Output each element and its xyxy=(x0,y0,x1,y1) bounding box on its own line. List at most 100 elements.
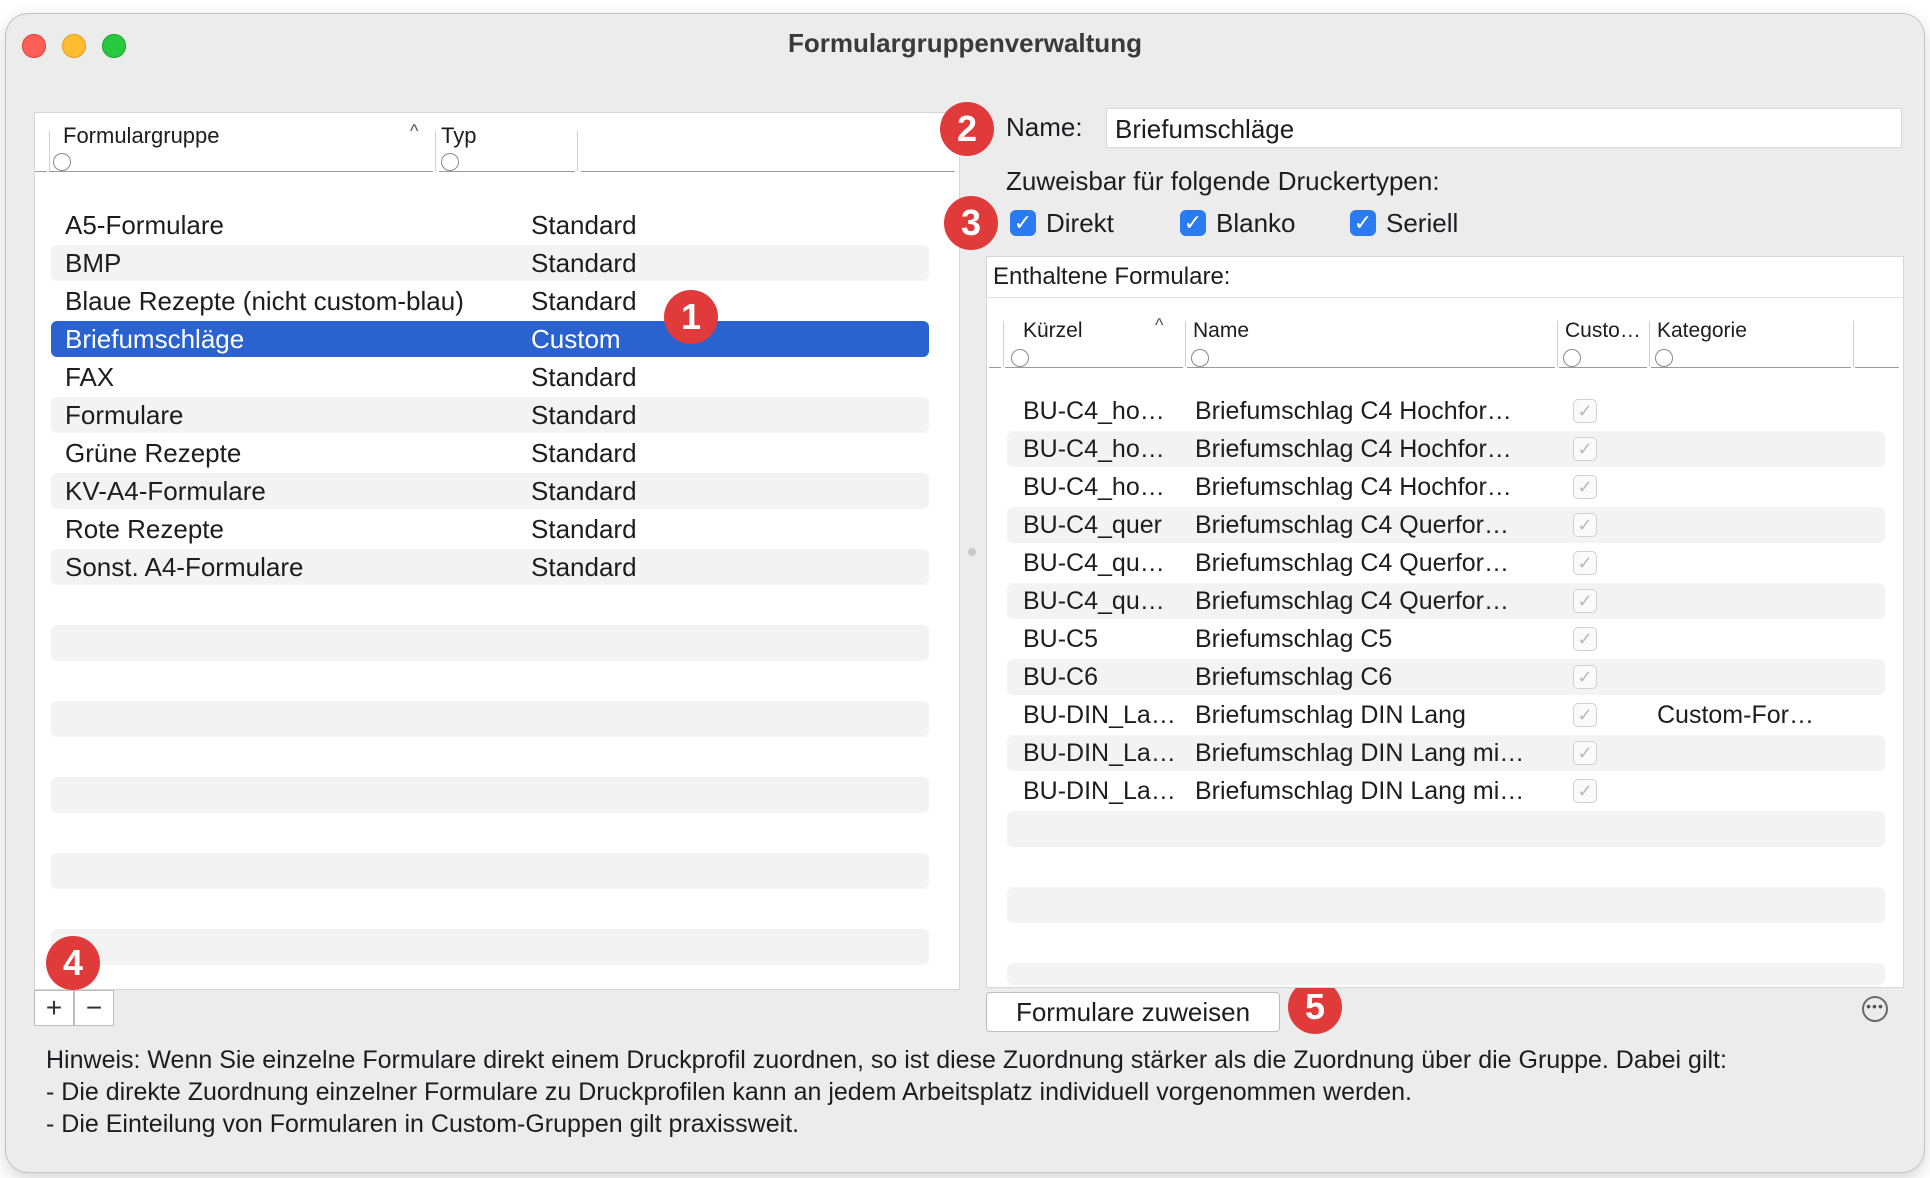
form-name: Briefumschlag C6 xyxy=(1195,663,1393,691)
table-row[interactable]: Formulare Standard xyxy=(51,397,929,433)
custom-checkbox: ✓ xyxy=(1573,437,1597,461)
custom-checkbox: ✓ xyxy=(1573,589,1597,613)
group-name: BMP xyxy=(65,248,122,278)
annotation-badge-2: 2 xyxy=(940,102,994,156)
group-name: Formulare xyxy=(65,400,184,430)
table-row[interactable]: BU-C4_ho… Briefumschlag C4 Hochfor… ✓ xyxy=(1007,431,1885,467)
header-underline xyxy=(989,367,1001,368)
table-row[interactable]: BU-DIN_La… Briefumschlag DIN Lang mi… ✓ xyxy=(1007,735,1885,771)
column-header-custom[interactable]: Custo… xyxy=(1565,319,1641,343)
group-type: Standard xyxy=(531,362,637,392)
column-header-type[interactable]: Typ xyxy=(441,123,476,149)
form-short: BU-C4_ho… xyxy=(1023,435,1165,463)
column-header-category[interactable]: Kategorie xyxy=(1657,319,1747,343)
group-type: Standard xyxy=(531,438,637,468)
table-row[interactable]: BU-C5 Briefumschlag C5 ✓ xyxy=(1007,621,1885,657)
hint-line-1: Hinweis: Wenn Sie einzelne Formulare dir… xyxy=(46,1046,1727,1074)
checkbox-blanko[interactable]: ✓ xyxy=(1180,210,1206,236)
group-name: Blaue Rezepte (nicht custom-blau) xyxy=(65,286,464,316)
filter-radio-type[interactable] xyxy=(441,153,459,171)
group-type: Standard xyxy=(531,400,637,430)
table-row[interactable]: Rote Rezepte Standard xyxy=(51,511,929,547)
form-short: BU-DIN_La… xyxy=(1023,777,1176,805)
remove-group-button[interactable]: − xyxy=(74,990,114,1026)
column-header-group[interactable]: Formulargruppe xyxy=(63,123,220,149)
table-row[interactable]: Grüne Rezepte Standard xyxy=(51,435,929,471)
group-name: Grüne Rezepte xyxy=(65,438,242,468)
empty-row xyxy=(51,929,929,965)
table-row[interactable]: BU-C6 Briefumschlag C6 ✓ xyxy=(1007,659,1885,695)
header-underline xyxy=(1855,367,1899,368)
custom-checkbox: ✓ xyxy=(1573,513,1597,537)
form-short: BU-DIN_La… xyxy=(1023,701,1176,729)
group-name: A5-Formulare xyxy=(65,210,224,240)
chevron-up-icon[interactable]: ^ xyxy=(410,121,418,142)
forms-table-title: Enthaltene Formulare: xyxy=(993,263,1231,290)
column-header-name[interactable]: Name xyxy=(1193,319,1249,343)
custom-checkbox: ✓ xyxy=(1573,703,1597,727)
table-row[interactable]: Sonst. A4-Formulare Standard xyxy=(51,549,929,585)
ellipsis-circle-icon[interactable]: ••• xyxy=(1862,996,1888,1022)
table-row-selected[interactable]: Briefumschläge Custom xyxy=(51,321,929,357)
table-row[interactable]: KV-A4-Formulare Standard xyxy=(51,473,929,509)
splitter-handle[interactable] xyxy=(968,548,976,556)
table-row[interactable]: BU-C4_ho… Briefumschlag C4 Hochfor… ✓ xyxy=(1007,393,1885,429)
add-group-button[interactable]: + xyxy=(34,990,74,1026)
assign-forms-button[interactable]: Formulare zuweisen xyxy=(986,992,1280,1032)
window-title: Formulargruppenverwaltung xyxy=(788,28,1142,58)
header-underline xyxy=(1187,367,1555,368)
custom-checkbox: ✓ xyxy=(1573,741,1597,765)
group-type: Standard xyxy=(531,514,637,544)
checkbox-direkt[interactable]: ✓ xyxy=(1010,210,1036,236)
form-name: Briefumschlag C5 xyxy=(1195,625,1393,653)
checkbox-seriell[interactable]: ✓ xyxy=(1350,210,1376,236)
filter-radio-group[interactable] xyxy=(53,153,71,171)
title-divider xyxy=(987,297,1903,298)
header-underline xyxy=(49,171,433,172)
column-divider xyxy=(435,131,436,171)
form-name: Briefumschlag DIN Lang mi… xyxy=(1195,777,1525,805)
table-row[interactable]: BU-DIN_La… Briefumschlag DIN Lang ✓ Cust… xyxy=(1007,697,1885,733)
column-header-short[interactable]: Kürzel xyxy=(1023,319,1083,343)
table-row[interactable]: BU-C4_qu… Briefumschlag C4 Querfor… ✓ xyxy=(1007,583,1885,619)
table-row[interactable]: Blaue Rezepte (nicht custom-blau) Standa… xyxy=(51,283,929,319)
form-name: Briefumschlag C4 Hochfor… xyxy=(1195,397,1512,425)
column-divider xyxy=(1557,321,1558,367)
titlebar: Formulargruppenverwaltung xyxy=(6,14,1924,74)
filter-radio-custom[interactable] xyxy=(1563,349,1581,367)
chevron-up-icon[interactable]: ^ xyxy=(1155,315,1163,336)
name-field[interactable]: Briefumschläge xyxy=(1106,108,1902,148)
form-short: BU-C4_qu… xyxy=(1023,587,1165,615)
form-name: Briefumschlag DIN Lang xyxy=(1195,701,1466,729)
filter-radio-short[interactable] xyxy=(1011,349,1029,367)
form-name: Briefumschlag C4 Querfor… xyxy=(1195,587,1510,615)
table-row[interactable]: BU-C4_ho… Briefumschlag C4 Hochfor… ✓ xyxy=(1007,469,1885,505)
form-short: BU-C4_ho… xyxy=(1023,473,1165,501)
filter-radio-name[interactable] xyxy=(1191,349,1209,367)
table-row[interactable]: A5-Formulare Standard xyxy=(51,207,929,243)
annotation-badge-5: 5 xyxy=(1288,980,1342,1034)
header-underline xyxy=(439,171,575,172)
header-underline xyxy=(1559,367,1647,368)
header-underline xyxy=(1651,367,1851,368)
filter-radio-category[interactable] xyxy=(1655,349,1673,367)
empty-row xyxy=(1007,811,1885,847)
checkbox-blanko-label: Blanko xyxy=(1216,208,1296,238)
table-row[interactable]: BU-DIN_La… Briefumschlag DIN Lang mi… ✓ xyxy=(1007,773,1885,809)
form-short: BU-C4_qu… xyxy=(1023,549,1165,577)
form-name: Briefumschlag DIN Lang mi… xyxy=(1195,739,1525,767)
column-divider xyxy=(577,131,578,171)
empty-row xyxy=(1007,963,1885,985)
table-row[interactable]: BU-C4_quer Briefumschlag C4 Querfor… ✓ xyxy=(1007,507,1885,543)
custom-checkbox: ✓ xyxy=(1573,627,1597,651)
table-row[interactable]: BU-C4_qu… Briefumschlag C4 Querfor… ✓ xyxy=(1007,545,1885,581)
header-underline xyxy=(581,171,955,172)
table-row[interactable]: FAX Standard xyxy=(51,359,929,395)
group-type: Standard xyxy=(531,248,637,278)
form-category: Custom-For… xyxy=(1657,701,1814,729)
empty-row xyxy=(51,701,929,737)
column-divider xyxy=(1003,321,1004,367)
table-row[interactable]: BMP Standard xyxy=(51,245,929,281)
checkbox-direkt-label: Direkt xyxy=(1046,208,1114,238)
group-name: Rote Rezepte xyxy=(65,514,224,544)
